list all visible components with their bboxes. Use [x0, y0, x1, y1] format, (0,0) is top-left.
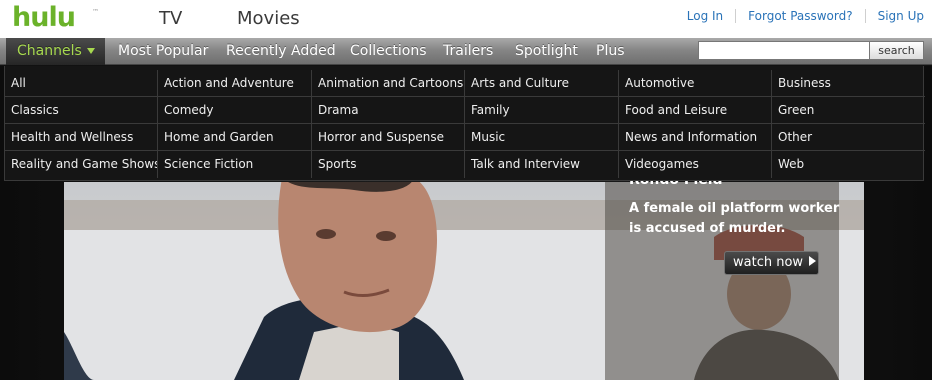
channel-other[interactable]: Other	[772, 124, 925, 151]
channel-talk-and-interview[interactable]: Talk and Interview	[465, 151, 619, 178]
hulu-logo[interactable]: hulu	[12, 2, 76, 33]
logo-text: hulu	[12, 2, 76, 33]
channel-web[interactable]: Web	[772, 151, 925, 178]
channel-arts-and-culture[interactable]: Arts and Culture	[465, 70, 619, 97]
nav-spotlight[interactable]: Spotlight	[515, 38, 578, 65]
channel-all[interactable]: All	[5, 70, 158, 97]
channel-music[interactable]: Music	[465, 124, 619, 151]
search-button[interactable]: search	[869, 41, 924, 60]
auth-links: Log In Forgot Password? Sign Up	[687, 9, 924, 23]
search-input[interactable]	[698, 41, 870, 60]
channels-grid: All Action and Adventure Animation and C…	[5, 70, 925, 178]
hero-description: A female oil platform worker is accused …	[629, 201, 840, 236]
nav-collections[interactable]: Collections	[350, 38, 427, 65]
channels-dropdown: All Action and Adventure Animation and C…	[4, 66, 925, 181]
channel-science-fiction[interactable]: Science Fiction	[158, 151, 312, 178]
channel-automotive[interactable]: Automotive	[619, 70, 772, 97]
channel-green[interactable]: Green	[772, 97, 925, 124]
channel-food-and-leisure[interactable]: Food and Leisure	[619, 97, 772, 124]
channels-label: Channels	[17, 43, 82, 59]
tab-tv[interactable]: TV	[159, 8, 182, 29]
channel-business[interactable]: Business	[772, 70, 925, 97]
dropdown-arrow-icon	[86, 48, 95, 54]
channel-drama[interactable]: Drama	[312, 97, 465, 124]
tab-movies[interactable]: Movies	[237, 8, 300, 29]
channel-classics[interactable]: Classics	[5, 97, 158, 124]
nav-plus[interactable]: Plus	[596, 38, 625, 65]
play-icon	[809, 256, 817, 266]
channel-animation-and-cartoons[interactable]: Animation and Cartoons	[312, 70, 465, 97]
channel-horror-and-suspense[interactable]: Horror and Suspense	[312, 124, 465, 151]
channel-home-and-garden[interactable]: Home and Garden	[158, 124, 312, 151]
channels-menu-button[interactable]: Channels	[6, 38, 105, 65]
channel-health-and-wellness[interactable]: Health and Wellness	[5, 124, 158, 151]
top-bar: hulu ™ TV Movies Log In Forgot Password?…	[0, 0, 932, 38]
channel-reality-and-game-shows[interactable]: Reality and Game Shows	[5, 151, 158, 178]
watch-now-button[interactable]: watch now	[724, 251, 819, 275]
forgot-password-link[interactable]: Forgot Password?	[735, 9, 864, 23]
channel-comedy[interactable]: Comedy	[158, 97, 312, 124]
nav-trailers[interactable]: Trailers	[443, 38, 493, 65]
channel-news-and-information[interactable]: News and Information	[619, 124, 772, 151]
logo-trademark: ™	[92, 8, 99, 16]
watch-now-label: watch now	[733, 255, 804, 270]
channel-family[interactable]: Family	[465, 97, 619, 124]
channel-sports[interactable]: Sports	[312, 151, 465, 178]
channel-action-and-adventure[interactable]: Action and Adventure	[158, 70, 312, 97]
nav-most-popular[interactable]: Most Popular	[118, 38, 208, 65]
channel-videogames[interactable]: Videogames	[619, 151, 772, 178]
sign-up-link[interactable]: Sign Up	[864, 9, 924, 23]
log-in-link[interactable]: Log In	[687, 9, 735, 23]
nav-recently-added[interactable]: Recently Added	[226, 38, 336, 65]
